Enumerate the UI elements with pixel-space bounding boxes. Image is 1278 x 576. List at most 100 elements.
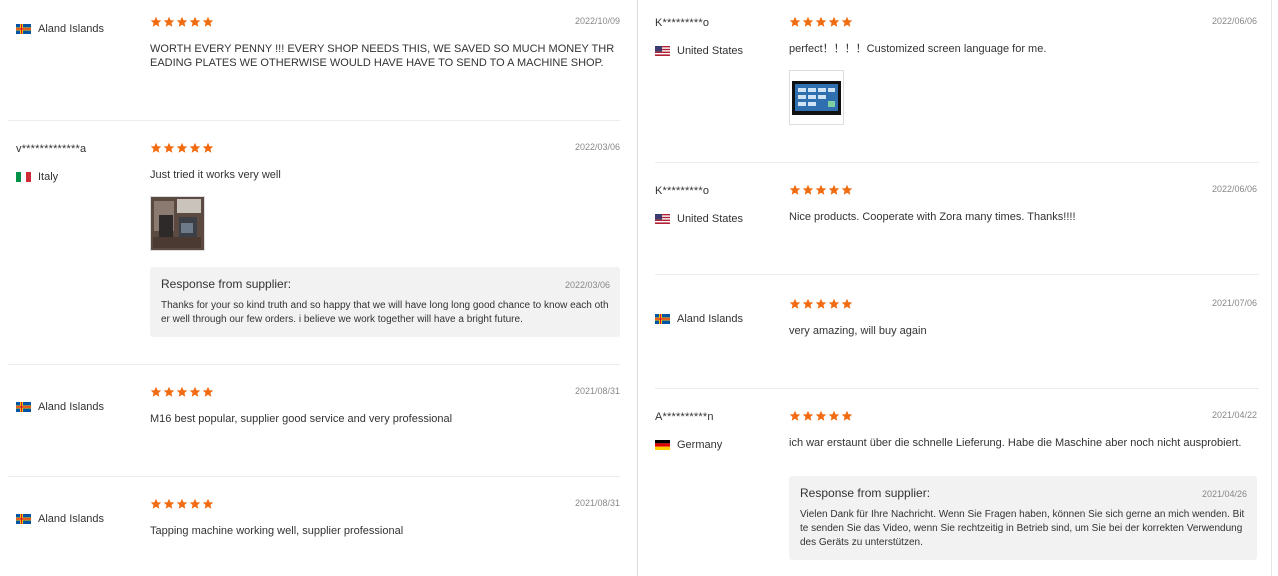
- us-flag-icon: [655, 214, 670, 224]
- star-icon: [150, 386, 162, 398]
- country-name: Germany: [677, 439, 723, 451]
- aland-flag-icon: [16, 402, 31, 412]
- review-divider: [8, 364, 620, 365]
- reviewer-info: Aland Islands: [16, 16, 136, 36]
- star-icon: [163, 16, 175, 28]
- reviewer-info: K*********o United States: [655, 184, 775, 226]
- rating-stars: [150, 16, 620, 28]
- response-title: Response from supplier:: [800, 486, 931, 500]
- reviewer-country: Aland Islands: [16, 512, 136, 526]
- review-text: ich war erstaunt über die schnelle Liefe…: [789, 437, 1242, 449]
- review-photo-thumbnail[interactable]: [789, 70, 844, 125]
- country-name: Aland Islands: [38, 513, 105, 525]
- country-name: Aland Islands: [38, 401, 105, 413]
- review-text: WORTH EVERY PENNY !!! EVERY SHOP NEEDS T…: [150, 43, 615, 69]
- germany-flag-icon: [655, 440, 670, 450]
- reviews-column-right: K*********o United States 2022/06/06 per…: [647, 0, 1267, 576]
- review-date: 2022/06/06: [1211, 16, 1257, 26]
- reviews-column-left: Aland Islands 2022/10/09 WORTH EVERY PEN…: [0, 0, 628, 576]
- scrollbar-track[interactable]: [1271, 0, 1272, 576]
- reviewer-name: K*********o: [655, 185, 710, 197]
- review-date: 2021/07/06: [1211, 298, 1257, 308]
- star-icon: [150, 142, 162, 154]
- reviewer-country: Germany: [655, 438, 775, 452]
- star-icon: [828, 410, 840, 422]
- star-icon: [176, 498, 188, 510]
- star-icon: [189, 16, 201, 28]
- reviewer-country: Aland Islands: [655, 312, 775, 326]
- review-date: 2021/08/31: [574, 386, 620, 396]
- review-content: 2021/08/31 M16 best popular, supplier go…: [150, 386, 620, 426]
- star-icon: [828, 298, 840, 310]
- response-text: Thanks for your so kind truth and so hap…: [161, 300, 609, 325]
- star-icon: [202, 16, 214, 28]
- reviewer-name: v*************a: [16, 143, 87, 155]
- aland-flag-icon: [16, 24, 31, 34]
- star-icon: [150, 16, 162, 28]
- review-content: 2022/10/09 WORTH EVERY PENNY !!! EVERY S…: [150, 16, 620, 70]
- rating-stars: [789, 410, 1257, 422]
- star-icon: [815, 184, 827, 196]
- review-content: 2022/03/06 Just tried it works very well…: [150, 142, 620, 337]
- star-icon: [150, 498, 162, 510]
- review-date: 2021/04/22: [1211, 410, 1257, 420]
- star-icon: [802, 410, 814, 422]
- us-flag-icon: [655, 46, 670, 56]
- response-date: 2021/04/26: [1201, 489, 1247, 499]
- star-icon: [202, 142, 214, 154]
- response-text: Vielen Dank für Ihre Nachricht. Wenn Sie…: [800, 509, 1245, 548]
- rating-stars: [150, 386, 620, 398]
- country-name: Aland Islands: [38, 23, 105, 35]
- rating-stars: [789, 184, 1257, 196]
- reviewer-country: Italy: [16, 170, 136, 184]
- star-icon: [802, 16, 814, 28]
- review-photo-thumbnail[interactable]: [150, 196, 205, 251]
- star-icon: [176, 386, 188, 398]
- star-icon: [802, 298, 814, 310]
- reviewer-country: United States: [655, 212, 775, 226]
- rating-stars: [789, 16, 1257, 28]
- country-name: United States: [677, 45, 744, 57]
- country-name: Aland Islands: [677, 313, 744, 325]
- review-text: Tapping machine working well, supplier p…: [150, 525, 404, 537]
- reviewer-info: A**********n Germany: [655, 410, 775, 452]
- reviewer-info: Aland Islands: [16, 498, 136, 526]
- review-divider: [8, 120, 620, 121]
- star-icon: [163, 142, 175, 154]
- reviewer-name: K*********o: [655, 17, 710, 29]
- reviewer-info: Aland Islands: [16, 386, 136, 414]
- aland-flag-icon: [655, 314, 670, 324]
- review-date: 2021/08/31: [574, 498, 620, 508]
- reviewer-country: Aland Islands: [16, 400, 136, 414]
- reviewer-name: A**********n: [655, 411, 714, 423]
- star-icon: [189, 142, 201, 154]
- control-screen-photo-image: [790, 71, 843, 124]
- review-divider: [655, 274, 1259, 275]
- star-icon: [189, 498, 201, 510]
- star-icon: [828, 16, 840, 28]
- review-date: 2022/06/06: [1211, 184, 1257, 194]
- star-icon: [789, 410, 801, 422]
- review-text: very amazing, will buy again: [789, 325, 927, 337]
- reviewer-name: [16, 498, 136, 512]
- star-icon: [789, 184, 801, 196]
- reviewer-country: United States: [655, 44, 775, 58]
- review-divider: [8, 476, 620, 477]
- review-text: perfect！！！！Customized screen language fo…: [789, 43, 1047, 55]
- star-icon: [815, 298, 827, 310]
- review-content: 2022/06/06 perfect！！！！Customized screen …: [789, 16, 1257, 125]
- star-icon: [176, 16, 188, 28]
- star-icon: [789, 16, 801, 28]
- review-content: 2021/07/06 very amazing, will buy again: [789, 298, 1257, 338]
- reviewer-info: K*********o United States: [655, 16, 775, 58]
- star-icon: [163, 498, 175, 510]
- star-icon: [189, 386, 201, 398]
- star-icon: [841, 410, 853, 422]
- reviewer-info: v*************a Italy: [16, 142, 136, 184]
- reviewer-info: Aland Islands: [655, 298, 775, 326]
- rating-stars: [789, 298, 1257, 310]
- review-date: 2022/03/06: [574, 142, 620, 152]
- star-icon: [202, 498, 214, 510]
- review-text: Just tried it works very well: [150, 169, 281, 181]
- country-name: Italy: [38, 171, 59, 183]
